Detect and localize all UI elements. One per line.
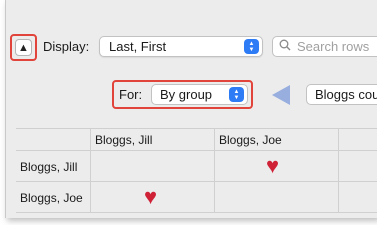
search-input[interactable]: Search rows [272,36,377,57]
row-header[interactable]: Bloggs, Jill [16,151,91,182]
grid-cell-filler [339,151,377,182]
for-select[interactable]: By group ▲ ▼ [151,84,248,105]
search-icon [279,39,291,54]
screenshot: ▲ Display: Last, First ▲ ▼ Search rows Fo… [0,0,377,225]
grid-cell[interactable] [91,151,215,182]
heart-icon: ♥ [144,184,158,209]
grid-corner [16,129,91,151]
person-select-value: Bloggs cou [315,87,377,102]
updown-chevron-icon: ▲ ▼ [229,87,244,102]
display-label: Display: [43,39,90,54]
column-header-filler [339,129,377,151]
row-header[interactable]: Bloggs, Joe [16,182,91,213]
grid-cell[interactable]: ♥ [215,151,339,182]
column-header[interactable]: Bloggs, Joe [215,129,339,151]
row-header-label: Bloggs, Joe [20,191,83,205]
left-arrow-icon [272,85,290,105]
column-header[interactable]: Bloggs, Jill [91,129,215,151]
relationship-grid: Bloggs, Jill Bloggs, Joe Bloggs, Jill ♥ … [16,128,377,219]
search-placeholder: Search rows [297,39,370,54]
updown-chevron-icon: ▲ ▼ [244,39,259,54]
chevron-up-icon: ▲ [18,41,29,54]
grid-cell[interactable]: ♥ [91,182,215,213]
row-header-label: Bloggs, Jill [20,160,78,174]
display-select[interactable]: Last, First ▲ ▼ [99,36,263,57]
person-select[interactable]: Bloggs cou [306,84,377,105]
for-label: For: [119,87,143,102]
grid-cell-filler [339,182,377,213]
column-header-label: Bloggs, Joe [219,133,282,147]
for-select-value: By group [160,87,213,102]
column-header-label: Bloggs, Jill [95,133,153,147]
heart-icon: ♥ [266,153,280,178]
grid-cell[interactable] [215,182,339,213]
display-select-value: Last, First [109,39,167,54]
collapse-button[interactable]: ▲ [15,39,32,56]
